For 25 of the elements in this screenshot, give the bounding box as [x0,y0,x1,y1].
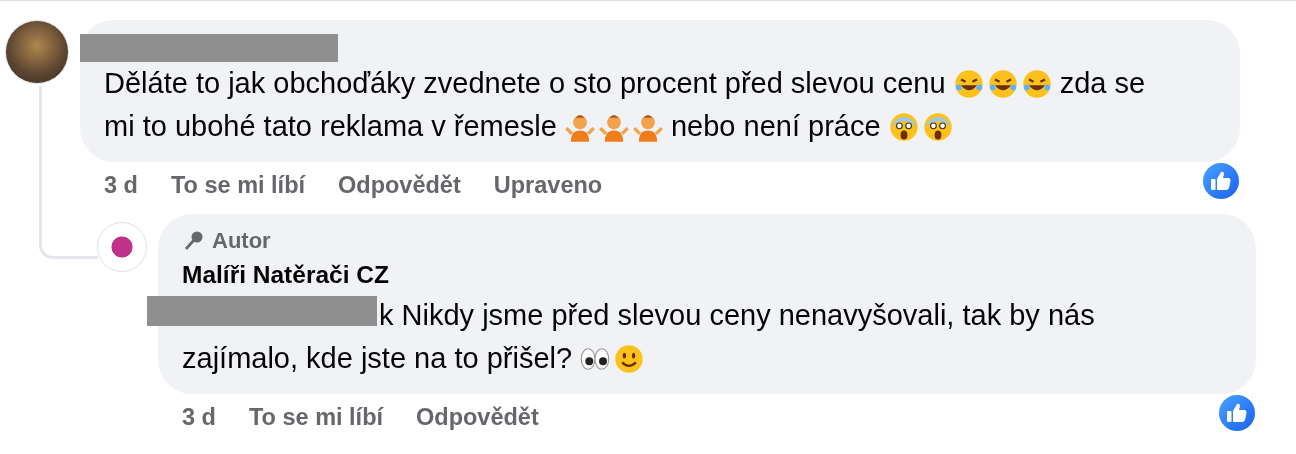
comment-text: nebo není práce [670,110,881,143]
edited-label: Upraveno [493,171,603,199]
comment-text: k Nikdy jsme před slevou ceny nenavyšovali, tak by nás [379,299,1095,332]
laughing-face-icon [1020,67,1053,100]
comment-text: Děláte to jak obchoďáky zvednete o sto procent před slevou cenu [104,67,946,100]
avatar[interactable] [97,222,147,272]
timestamp: 3 d [104,171,138,199]
action-link[interactable]: To se mi líbí [170,171,306,199]
timestamp: 3 d [182,403,216,431]
screaming-face-icon [887,110,920,143]
laughing-face-icon [952,67,985,100]
author-label: Autor [212,228,271,254]
action-link[interactable]: Odpovědět [338,171,461,199]
action-link[interactable]: To se mi líbí [248,403,384,431]
screaming-face-icon [921,110,954,143]
laughing-face-icon [986,67,1019,100]
microphone-icon [182,230,204,252]
smiling-face-icon [613,342,646,375]
like-icon [1202,162,1240,200]
like-icon [1218,394,1256,432]
comment-text: zajímalo, kde jste na to přišel? [182,342,573,375]
comment-text: mi to ubohé tato reklama v řemesle [104,110,557,143]
commenter-name[interactable]: Malíři Natěrači CZ [182,256,1234,294]
action-link[interactable]: Odpovědět [416,403,539,431]
comment-text: zda se [1059,67,1146,100]
